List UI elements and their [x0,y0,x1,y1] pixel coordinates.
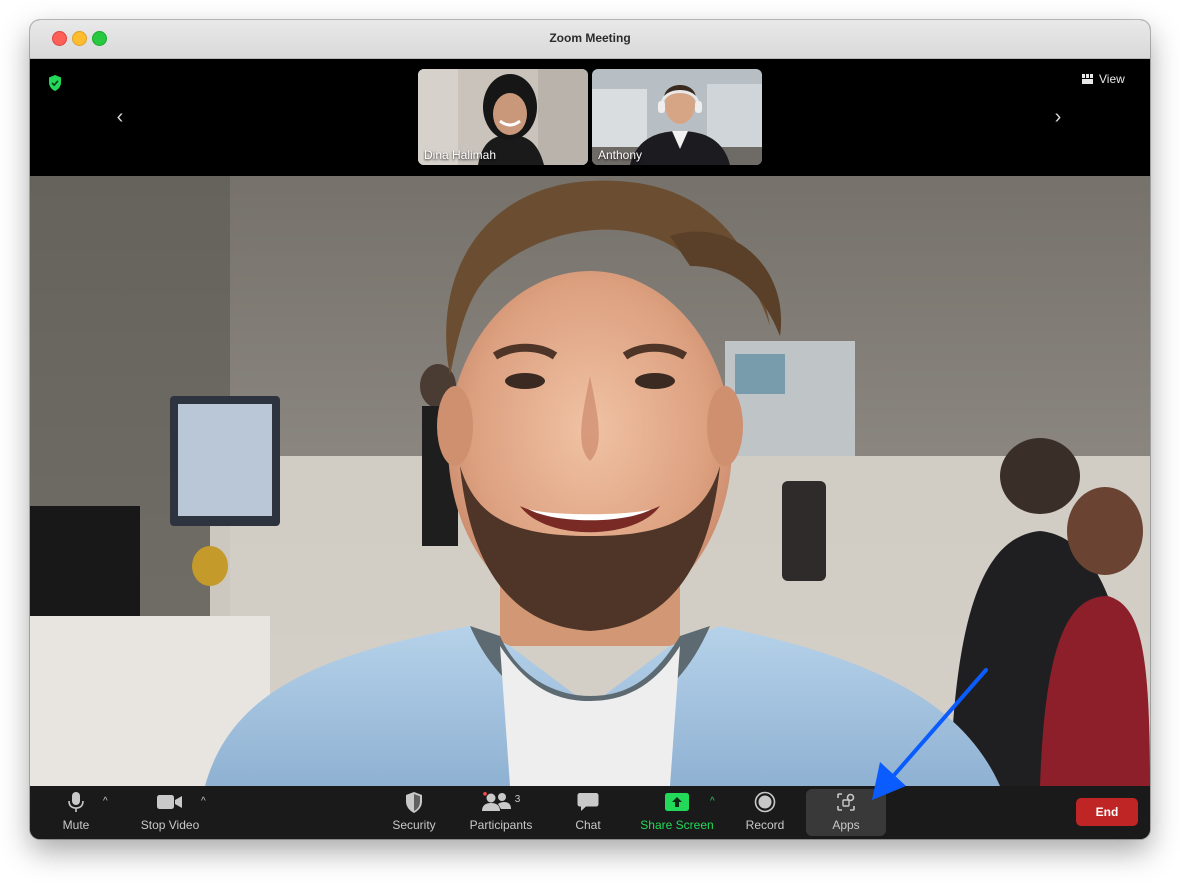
security-button[interactable]: Security [386,789,442,836]
caret-up-icon[interactable]: ^ [103,796,108,807]
participants-button[interactable]: 3 Participants [466,789,536,836]
security-shield-icon [406,791,422,813]
participant-thumbnail[interactable]: Anthony [592,69,762,165]
chevron-right-icon[interactable]: › [1048,107,1068,127]
participant-name: Dina Halimah [424,148,497,162]
share-screen-icon [665,793,689,811]
title-bar: Zoom Meeting [30,20,1150,59]
participants-label: Participants [469,818,533,832]
window-title: Zoom Meeting [549,31,631,45]
active-speaker-video [30,176,1150,786]
participant-thumbnail[interactable]: Dina Halimah [418,69,588,165]
participants-count: 3 [514,793,521,805]
grid-icon [1082,74,1093,84]
stop-video-label: Stop Video [140,818,200,832]
view-label: View [1099,72,1125,86]
end-meeting-button[interactable]: End [1076,798,1138,826]
zoom-window: Zoom Meeting ‹ Dina Halimah Anthony › Vi… [30,20,1150,839]
speaker-video-frame [30,176,1150,786]
participant-strip: ‹ Dina Halimah Anthony › View [30,59,1150,176]
apps-label: Apps [832,818,860,832]
stop-video-button[interactable]: Stop Video [135,789,205,836]
microphone-icon [68,792,84,812]
record-button[interactable]: Record [742,789,788,836]
mute-label: Mute [62,818,90,832]
caret-up-icon[interactable]: ^ [710,796,715,807]
caret-up-icon[interactable]: ^ [201,796,206,807]
chat-label: Chat [575,818,601,832]
record-icon [754,791,776,813]
share-screen-button[interactable]: Share Screen [640,789,714,836]
meeting-toolbar: Mute ^ Stop Video ^ Security 3 Participa… [30,786,1150,839]
chat-button[interactable]: Chat [568,789,608,836]
participants-icon [481,792,511,811]
video-camera-icon [157,795,182,809]
participant-name: Anthony [598,148,643,162]
record-label: Record [745,818,785,832]
apps-icon [837,793,855,811]
view-button[interactable]: View [1082,72,1125,86]
encryption-shield-icon[interactable] [48,75,62,91]
security-label: Security [392,818,436,832]
share-screen-label: Share Screen [640,818,714,832]
mute-button[interactable]: Mute [56,789,96,836]
chat-bubble-icon [577,793,599,811]
chevron-left-icon[interactable]: ‹ [110,107,130,127]
apps-button[interactable]: Apps [806,789,886,836]
